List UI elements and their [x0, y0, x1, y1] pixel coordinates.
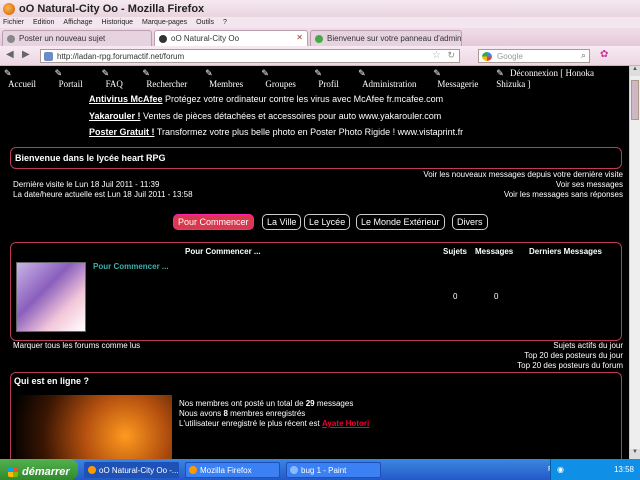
tab-label: Bienvenue sur votre panneau d'adminis...	[327, 34, 462, 43]
nav-messagerie[interactable]: ✎ Messagerie	[433, 68, 488, 89]
welcome-title: Bienvenue dans le lycée heart RPG	[15, 153, 166, 163]
site-icon	[44, 52, 53, 61]
top-posters-forum-link[interactable]: Top 20 des posteurs du forum	[517, 361, 623, 370]
newest-member-link[interactable]: Ayate Hotori	[322, 419, 369, 428]
paint-icon	[290, 465, 298, 474]
forum-header-sujets: Sujets	[443, 247, 468, 256]
nav-membres[interactable]: ✎ Membres	[205, 68, 253, 89]
mark-read-link[interactable]: Marquer tous les forums comme lus	[13, 341, 140, 350]
taskbar-item-paint[interactable]: bug 1 - Paint	[286, 461, 381, 478]
menu-outils[interactable]: Outils	[196, 19, 214, 26]
tab-admin[interactable]: Bienvenue sur votre panneau d'adminis...	[310, 30, 462, 46]
firefox-icon	[88, 465, 96, 474]
scroll-up-icon[interactable]: ▲	[630, 66, 640, 76]
forward-icon[interactable]: ▶	[22, 49, 30, 60]
url-bar[interactable]: http://ladan-rpg.forumactif.net/forum ☆ …	[40, 49, 460, 63]
active-topics-link[interactable]: Sujets actifs du jour	[553, 341, 623, 350]
top-posters-day-link[interactable]: Top 20 des posteurs du jour	[524, 351, 623, 360]
nav-profil[interactable]: ✎ Profil	[314, 68, 350, 89]
online-image	[16, 395, 172, 459]
tab-label: Poster un nouveau sujet	[19, 34, 106, 43]
addon-icon[interactable]: ✿	[600, 49, 608, 60]
category-la-ville[interactable]: La Ville	[262, 214, 302, 230]
nav-rechercher[interactable]: ✎ Rechercher	[142, 68, 197, 89]
forum-topic-count: 0	[453, 292, 458, 301]
category-le-lycee[interactable]: Le Lycée	[304, 214, 351, 230]
page-icon	[159, 35, 167, 43]
tab-natural-city[interactable]: oO Natural-City Oo ✕	[154, 30, 308, 47]
category-monde-exterieur[interactable]: Le Monde Extérieur	[356, 214, 445, 230]
url-text: http://ladan-rpg.forumactif.net/forum	[57, 52, 185, 61]
page-icon	[315, 35, 323, 43]
windows-icon	[8, 466, 18, 477]
window-title: oO Natural-City Oo - Mozilla Firefox	[19, 2, 205, 15]
reload-icon[interactable]: ↻	[447, 50, 455, 61]
forum-header-last: Derniers Messages	[529, 247, 602, 256]
firefox-icon	[3, 2, 15, 15]
nav-portail[interactable]: ✎ Portail	[55, 68, 94, 89]
nav-faq[interactable]: ✎ FAQ	[102, 68, 135, 89]
forum-table	[10, 242, 622, 341]
tab-label: oO Natural-City Oo	[171, 34, 240, 43]
nav-groupes[interactable]: ✎ Groupes	[261, 68, 306, 89]
ad-yakarouler[interactable]: Yakarouler ! Ventes de pièces détachées …	[89, 111, 441, 121]
nav-accueil[interactable]: ✎ Accueil	[4, 68, 47, 89]
nav-deconnexion[interactable]: ✎ Déconnexion [ Honoka Shizuka ]	[496, 68, 625, 89]
forum-avatar	[16, 262, 86, 332]
vertical-scrollbar[interactable]: ▲ ▼	[629, 66, 640, 459]
scroll-thumb[interactable]	[631, 80, 639, 120]
menu-bar: Fichier Edition Affichage Historique Mar…	[0, 17, 640, 28]
navigation-toolbar: ◀ ▶ http://ladan-rpg.forumactif.net/foru…	[0, 46, 640, 66]
new-messages-link[interactable]: Voir les nouveaux messages depuis votre …	[423, 170, 623, 179]
ad-poster[interactable]: Poster Gratuit ! Transformez votre plus …	[89, 127, 463, 137]
own-messages-link[interactable]: Voir ses messages	[556, 180, 623, 189]
menu-affichage[interactable]: Affichage	[63, 19, 92, 26]
forum-header-category: Pour Commencer ...	[185, 247, 261, 256]
system-tray: ◉ 13:58	[550, 459, 640, 480]
stats-members: Nous avons 8 membres enregistrés	[179, 409, 306, 418]
welcome-box: Bienvenue dans le lycée heart RPG	[10, 147, 622, 169]
unanswered-link[interactable]: Voir les messages sans réponses	[504, 190, 623, 199]
forum-header-messages: Messages	[475, 247, 514, 256]
taskbar-item-natural-city[interactable]: oO Natural-City Oo -...	[84, 461, 179, 478]
menu-edition[interactable]: Edition	[33, 19, 54, 26]
page-content: ✎ Accueil ✎ Portail ✎ FAQ ✎ Rechercher ✎…	[0, 66, 629, 459]
star-icon[interactable]: ☆	[432, 50, 441, 61]
back-icon[interactable]: ◀	[6, 49, 14, 60]
page-icon	[7, 35, 15, 43]
taskbar: démarrer oO Natural-City Oo -... Mozilla…	[0, 459, 640, 480]
current-time: La date/heure actuelle est Lun 18 Juil 2…	[13, 190, 193, 199]
firefox-icon	[189, 465, 197, 474]
scroll-down-icon[interactable]: ▼	[630, 449, 640, 459]
close-icon[interactable]: ✕	[296, 33, 303, 42]
menu-historique[interactable]: Historique	[101, 19, 133, 26]
search-input[interactable]: Google ⌕	[478, 49, 590, 63]
forum-nav: ✎ Accueil ✎ Portail ✎ FAQ ✎ Rechercher ✎…	[0, 68, 629, 89]
forum-link[interactable]: Pour Commencer ...	[93, 262, 169, 271]
tray-icon[interactable]: ◉	[557, 465, 564, 474]
menu-fichier[interactable]: Fichier	[3, 19, 24, 26]
tab-bar: Poster un nouveau sujet oO Natural-City …	[0, 28, 640, 47]
last-visit: Dernière visite le Lun 18 Juil 2011 - 11…	[13, 180, 160, 189]
menu-marque-pages[interactable]: Marque-pages	[142, 19, 187, 26]
taskbar-item-firefox[interactable]: Mozilla Firefox	[185, 461, 280, 478]
stats-total-posts: Nos membres ont posté un total de 29 mes…	[179, 399, 354, 408]
nav-administration[interactable]: ✎ Administration	[358, 68, 425, 89]
online-title: Qui est en ligne ?	[14, 376, 90, 386]
forum-message-count: 0	[494, 292, 499, 301]
magnifier-icon[interactable]: ⌕	[581, 50, 586, 61]
window-titlebar: oO Natural-City Oo - Mozilla Firefox	[0, 0, 640, 17]
clock[interactable]: 13:58	[614, 465, 634, 474]
category-pour-commencer[interactable]: Pour Commencer	[173, 214, 254, 230]
google-icon	[482, 52, 492, 61]
stats-newest: L'utilisateur enregistré le plus récent …	[179, 419, 370, 428]
search-placeholder: Google	[497, 52, 523, 61]
menu-help[interactable]: ?	[223, 19, 227, 26]
category-divers[interactable]: Divers	[452, 214, 488, 230]
tab-poster[interactable]: Poster un nouveau sujet	[2, 30, 152, 46]
ad-mcafee[interactable]: Antivirus McAfee Protégez votre ordinate…	[89, 94, 443, 104]
start-button[interactable]: démarrer	[0, 459, 78, 480]
